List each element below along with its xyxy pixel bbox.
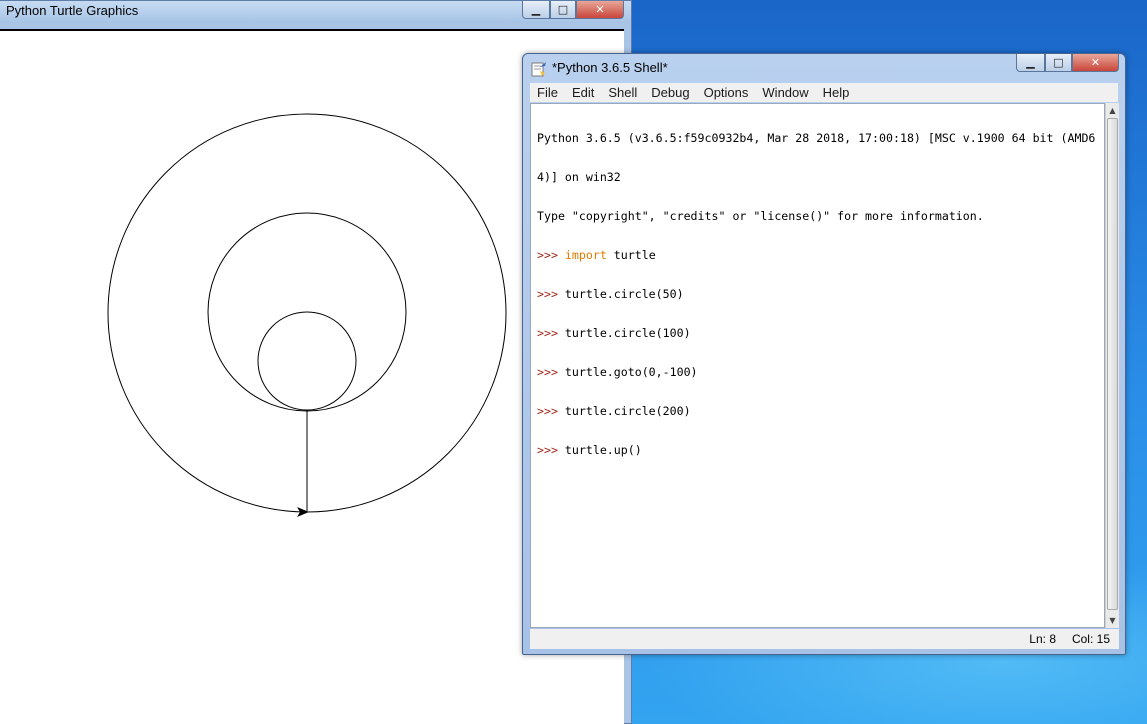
menu-options[interactable]: Options	[697, 85, 756, 100]
maximize-icon: □	[1053, 56, 1064, 69]
menu-debug[interactable]: Debug	[644, 85, 696, 100]
menu-shell[interactable]: Shell	[601, 85, 644, 100]
chevron-up-icon: ▲	[1109, 106, 1116, 115]
menu-window[interactable]: Window	[755, 85, 815, 100]
shell-line: >>> turtle.goto(0,-100)	[537, 365, 698, 379]
shell-line: Python 3.6.5 (v3.6.5:f59c0932b4, Mar 28 …	[537, 131, 1096, 145]
python-idle-icon	[531, 62, 546, 77]
shell-maximize-button[interactable]: □	[1045, 54, 1072, 72]
shell-title-bar[interactable]: *Python 3.6.5 Shell* ▁ □ ✕	[523, 54, 1125, 82]
small-circle	[257, 311, 357, 411]
shell-line: 4)] on win32	[537, 170, 621, 184]
shell-caption-buttons: ▁ □ ✕	[1016, 54, 1119, 72]
turtle-title-bar[interactable]: Python Turtle Graphics ▁ □ ✕	[0, 1, 631, 23]
scroll-down-button[interactable]: ▼	[1106, 613, 1119, 628]
turtle-caption-buttons: ▁ □ ✕	[522, 1, 624, 19]
menu-edit[interactable]: Edit	[565, 85, 601, 100]
shell-line: >>> import turtle	[537, 248, 656, 262]
python-shell-window[interactable]: *Python 3.6.5 Shell* ▁ □ ✕ File Edit She…	[522, 53, 1126, 655]
minimize-icon: ▁	[531, 3, 541, 16]
shell-line: >>> turtle.circle(200)	[537, 404, 691, 418]
turtle-minimize-button[interactable]: ▁	[522, 1, 550, 19]
menu-help[interactable]: Help	[816, 85, 857, 100]
shell-line: Type "copyright", "credits" or "license(…	[537, 209, 984, 223]
shell-window-title: *Python 3.6.5 Shell*	[552, 60, 668, 75]
chevron-down-icon: ▼	[1109, 616, 1116, 625]
minimize-icon: ▁	[1026, 56, 1035, 69]
shell-line: >>> turtle.up()	[537, 443, 642, 457]
shell-close-button[interactable]: ✕	[1072, 54, 1119, 72]
shell-menu-bar: File Edit Shell Debug Options Window Hel…	[530, 83, 1118, 102]
status-line-number: Ln: 8	[1029, 632, 1056, 646]
close-icon: ✕	[595, 3, 605, 16]
scroll-thumb[interactable]	[1107, 118, 1118, 610]
shell-status-bar: Ln: 8 Col: 15	[530, 629, 1119, 649]
status-column-number: Col: 15	[1071, 632, 1110, 646]
menu-file[interactable]: File	[530, 85, 565, 100]
maximize-icon: □	[557, 3, 569, 16]
shell-vertical-scrollbar[interactable]: ▲ ▼	[1105, 103, 1119, 628]
turtle-maximize-button[interactable]: □	[550, 1, 576, 19]
turtle-close-button[interactable]: ✕	[576, 1, 624, 19]
turtle-window-title: Python Turtle Graphics	[6, 3, 139, 18]
shell-line: >>> turtle.circle(50)	[537, 287, 684, 301]
shell-line: >>> turtle.circle(100)	[537, 326, 691, 340]
scroll-up-button[interactable]: ▲	[1106, 103, 1119, 118]
shell-console-text[interactable]: Python 3.6.5 (v3.6.5:f59c0932b4, Mar 28 …	[530, 103, 1105, 628]
close-icon: ✕	[1090, 56, 1101, 69]
shell-minimize-button[interactable]: ▁	[1016, 54, 1045, 72]
